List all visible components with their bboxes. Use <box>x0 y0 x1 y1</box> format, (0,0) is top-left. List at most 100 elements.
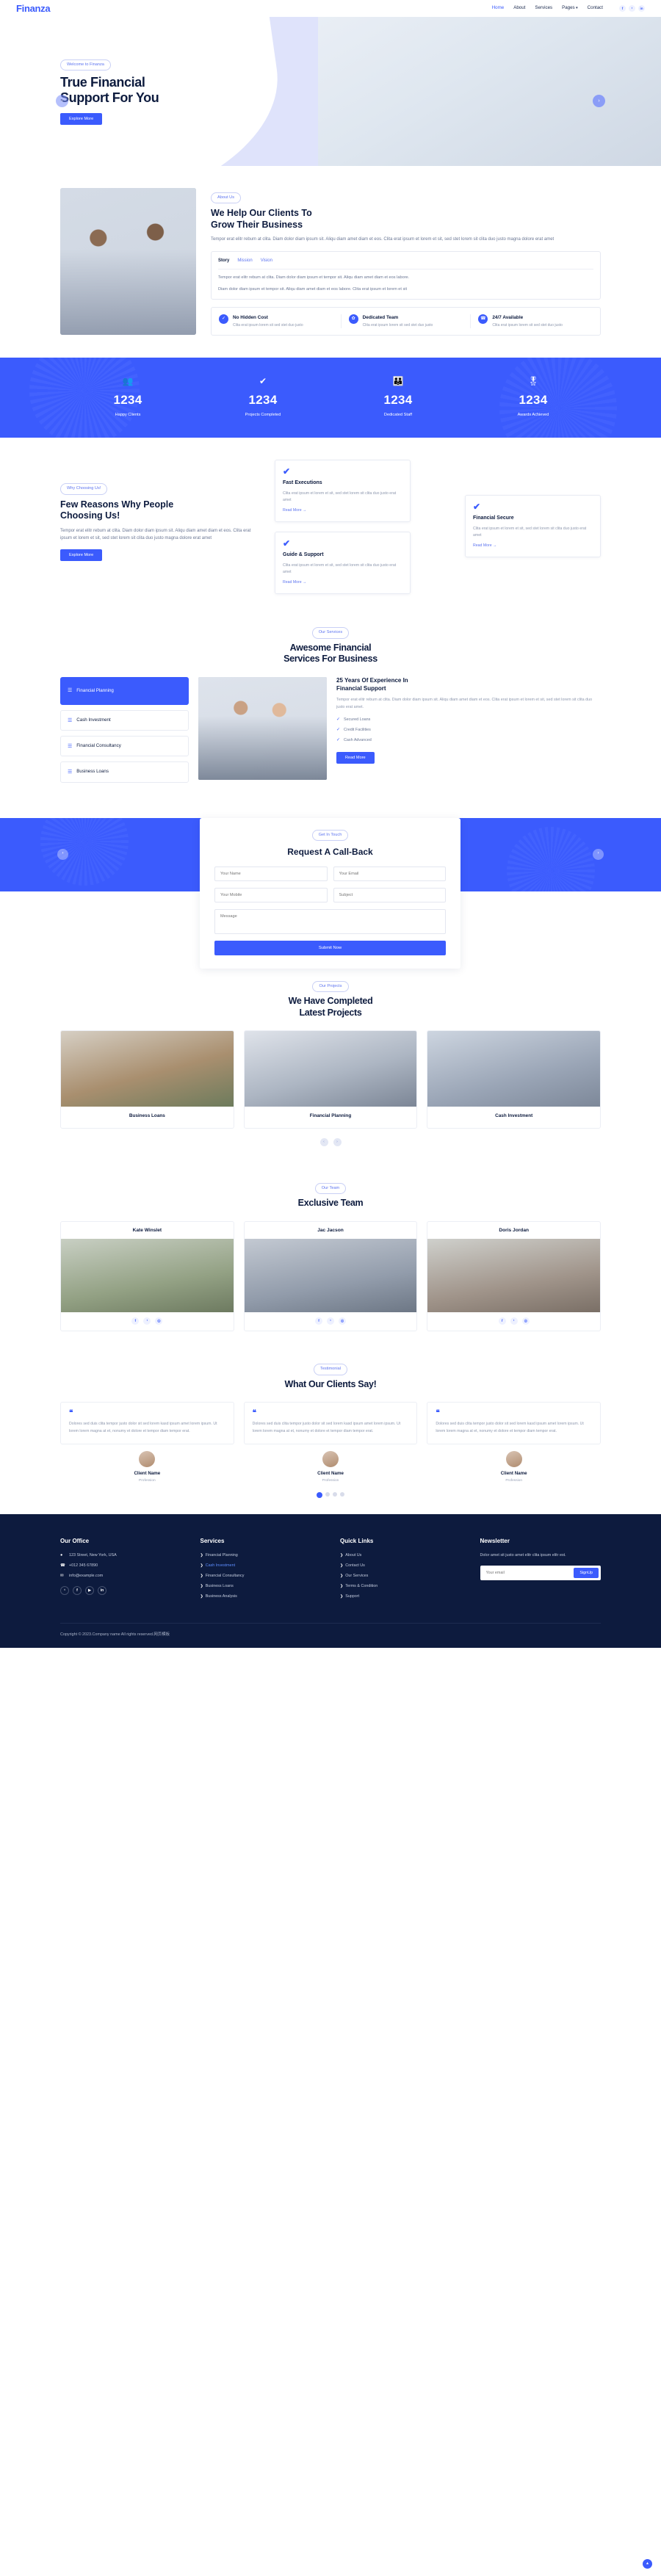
hero-content: Welcome to Finanza True Financial Suppor… <box>0 17 661 166</box>
footer-link-business-analysis[interactable]: ❯ Business Analysis <box>201 1593 322 1600</box>
nav-item-contact[interactable]: Contact <box>588 4 603 12</box>
footer-link-financial-planning[interactable]: ❯ Financial Planning <box>201 1552 322 1559</box>
stat-label: Awards Achieved <box>517 413 549 418</box>
site-header: Finanza Home About Services Pages ▾ Conta… <box>0 0 661 17</box>
footer-link-label: Business Loans <box>205 1584 234 1589</box>
read-more-link[interactable]: Read More → <box>283 579 306 586</box>
twitter-icon[interactable]: ᵗ <box>629 4 635 12</box>
card-text: Clita erat ipsum et lorem et sit, sed st… <box>283 491 397 502</box>
nav-item-services[interactable]: Services <box>535 4 552 12</box>
envelope-icon: ✉ <box>60 1574 64 1579</box>
callback-next-arrow-icon[interactable]: › <box>593 848 604 860</box>
footer-link-terms-condition[interactable]: ❯ Terms & Condition <box>340 1583 461 1590</box>
newsletter-signup-button[interactable]: SignUp <box>574 1568 599 1579</box>
instagram-icon[interactable]: ◎ <box>339 1317 346 1325</box>
footer-phone: ☎ +012 345 67890 <box>60 1563 181 1569</box>
footer-social-links: ᵗ f ▶ in <box>60 1586 181 1596</box>
service-tab-label: Cash Investment <box>76 717 111 723</box>
chevron-down-icon: ▾ <box>576 6 578 11</box>
instagram-icon[interactable]: ◎ <box>155 1317 163 1325</box>
twitter-icon[interactable]: ᵗ <box>327 1317 334 1325</box>
footer-link-about-us[interactable]: ❯ About Us <box>340 1552 461 1559</box>
pagination-dot[interactable] <box>325 1492 330 1497</box>
read-more-label: Read More <box>473 543 492 548</box>
about-tab-paragraph-2: Diam dolor diam ipsum et tempor sit. Ali… <box>218 286 408 292</box>
projects-prev-arrow-icon[interactable]: ‹ <box>319 1137 328 1146</box>
twitter-icon[interactable]: ᵗ <box>143 1317 151 1325</box>
callback-prev-arrow-icon[interactable]: ‹ <box>57 848 68 860</box>
read-more-link[interactable]: Read More → <box>473 543 496 549</box>
facebook-icon[interactable]: f <box>73 1586 82 1596</box>
team-member-name: Jac Jacson <box>317 1227 344 1233</box>
pagination-dot-active[interactable] <box>317 1492 322 1499</box>
twitter-icon[interactable]: ᵗ <box>510 1317 518 1325</box>
submit-now-button[interactable]: Submit Now <box>214 940 446 955</box>
newsletter-email-input[interactable] <box>482 1569 574 1578</box>
footer-link-business-loans[interactable]: ❯ Business Loans <box>201 1583 322 1590</box>
projects-next-arrow-icon[interactable]: › <box>333 1137 342 1146</box>
facebook-icon[interactable]: f <box>498 1317 506 1325</box>
facebook-icon[interactable]: f <box>619 4 626 12</box>
read-more-link[interactable]: Read More → <box>283 507 306 514</box>
stat-dedicated-staff: 👪 1234 Dedicated Staff <box>330 377 466 419</box>
services-read-more-button[interactable]: Read More <box>336 752 375 764</box>
chevron-right-icon: ❯ <box>200 1553 203 1558</box>
back-to-top-button[interactable]: ▴ <box>643 2559 652 2569</box>
footer-address-text: 123 Street, New York, USA <box>69 1553 117 1558</box>
footer-heading: Our Office <box>60 1538 90 1545</box>
project-card[interactable]: Cash Investment <box>427 1030 602 1129</box>
facebook-icon[interactable]: f <box>131 1317 140 1325</box>
footer-link-contact-us[interactable]: ❯ Contact Us <box>340 1563 461 1569</box>
hero-title-line1: True Financial <box>60 75 145 90</box>
name-input[interactable] <box>214 866 328 881</box>
card-fast-executions[interactable]: ✔ Fast Executions Clita erat ipsum et lo… <box>275 460 411 523</box>
pagination-dot[interactable] <box>340 1492 344 1497</box>
team-eyebrow: Our Team <box>314 1182 347 1194</box>
twitter-icon[interactable]: ᵗ <box>60 1586 69 1596</box>
footer-link-financial-consultancy[interactable]: ❯ Financial Consultancy <box>201 1573 322 1580</box>
footer-link-support[interactable]: ❯ Support <box>340 1593 461 1600</box>
site-logo[interactable]: Finanza <box>16 1 51 16</box>
project-caption: Financial Planning <box>309 1113 352 1119</box>
service-tab-financial-consultancy[interactable]: ☰ Financial Consultancy <box>60 736 189 757</box>
subject-input[interactable] <box>333 887 446 902</box>
youtube-icon[interactable]: ▶ <box>85 1586 94 1596</box>
linkedin-icon[interactable]: in <box>638 4 645 12</box>
hero-prev-arrow-icon[interactable]: ‹ <box>56 95 68 107</box>
linkedin-icon[interactable]: in <box>98 1586 106 1596</box>
nav-item-pages[interactable]: Pages ▾ <box>562 4 578 12</box>
hero-next-arrow-icon[interactable]: › <box>593 95 605 107</box>
tab-vision[interactable]: Vision <box>261 258 272 265</box>
footer-link-our-services[interactable]: ❯ Our Services <box>340 1573 461 1580</box>
footer-link-label: Cash Investment <box>205 1563 236 1569</box>
service-tab-business-loans[interactable]: ☰ Business Loans <box>60 761 189 783</box>
card-guide-and-support[interactable]: ✔ Guide & Support Clita erat ipsum et lo… <box>275 532 411 595</box>
service-tab-cash-investment[interactable]: ☰ Cash Investment <box>60 710 189 731</box>
nav-item-home[interactable]: Home <box>492 4 505 12</box>
testimonial-card: ❝ Dolores sed duis clita tempor justo do… <box>243 1402 418 1484</box>
footer-link-cash-investment[interactable]: ❯ Cash Investment <box>201 1563 322 1569</box>
tab-mission[interactable]: Mission <box>237 258 252 265</box>
hero-carousel: Welcome to Finanza True Financial Suppor… <box>0 17 661 166</box>
email-input[interactable] <box>333 866 446 881</box>
service-tab-financial-planning[interactable]: ☰ Financial Planning <box>60 676 189 706</box>
hero-explore-more-button[interactable]: Explore More <box>60 112 103 125</box>
nav-item-pages-label: Pages <box>562 5 575 11</box>
card-financial-secure[interactable]: ✔ Financial Secure Clita erat ipsum et l… <box>465 495 601 558</box>
services-title-line2: Services For Business <box>283 654 378 665</box>
read-more-label: Read More <box>283 579 302 585</box>
instagram-icon[interactable]: ◎ <box>521 1317 530 1325</box>
about-tab-body: Tempor erat elitr rebum at clita. Diam d… <box>218 274 593 293</box>
mobile-input[interactable] <box>214 887 328 902</box>
about-section: About Us We Help Our Clients To Grow The… <box>0 166 661 358</box>
facebook-icon[interactable]: f <box>315 1317 322 1325</box>
feature-title: 24/7 Available <box>492 314 524 320</box>
tab-story[interactable]: Story <box>218 258 229 265</box>
why-explore-more-button[interactable]: Explore More <box>60 549 103 561</box>
project-card[interactable]: Business Loans <box>60 1030 234 1129</box>
nav-item-about[interactable]: About <box>513 4 525 12</box>
team-member-socials: f ᵗ ◎ <box>245 1312 417 1331</box>
pagination-dot[interactable] <box>333 1492 337 1497</box>
project-card[interactable]: Financial Planning <box>243 1030 418 1129</box>
message-textarea[interactable] <box>214 908 446 934</box>
